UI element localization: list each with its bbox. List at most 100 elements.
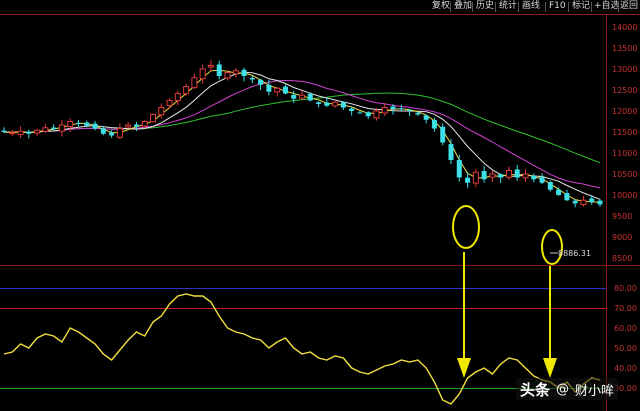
- candle-body: [258, 79, 264, 85]
- candle-body: [357, 112, 363, 114]
- candle-body: [26, 131, 32, 134]
- candle-body: [349, 108, 355, 111]
- price-tick: 10000: [612, 191, 637, 200]
- candle-body: [9, 132, 16, 135]
- candle-body: [423, 115, 429, 120]
- candle-body: [547, 182, 553, 190]
- candle-body: [465, 177, 471, 183]
- candle-body: [249, 78, 255, 80]
- candle-body: [51, 127, 57, 130]
- price-tick: 11000: [612, 149, 637, 158]
- candle-body: [597, 200, 603, 205]
- candle-body: [365, 112, 371, 117]
- indicator-line: [3, 293, 601, 405]
- candle-body: [398, 108, 404, 110]
- kline-chart[interactable]: 14000 13500 13000 12500 12000 11500 1100…: [0, 0, 640, 411]
- candle-body: [76, 122, 81, 124]
- candle-body: [489, 173, 496, 178]
- watermark-author: 财小哞: [575, 383, 615, 399]
- price-axis: 14000 13500 13000 12500 12000 11500 1100…: [612, 23, 637, 263]
- price-tick: 13000: [612, 65, 637, 74]
- watermark-at: @: [556, 381, 570, 397]
- candle-body: [241, 69, 247, 76]
- candle-body: [531, 175, 537, 180]
- candle-body: [481, 171, 487, 180]
- candle-body: [340, 102, 346, 108]
- candle-body: [166, 100, 173, 107]
- candle-body: [580, 199, 587, 206]
- candle-body: [125, 124, 132, 128]
- candle-body: [34, 129, 41, 134]
- candle-body: [514, 169, 520, 178]
- candle-body: [556, 189, 562, 195]
- price-tick: 12000: [612, 107, 637, 116]
- candle-body: [224, 72, 231, 79]
- low-price-label: 8886.31: [558, 249, 591, 258]
- candle-body: [316, 102, 322, 104]
- price-tick: 12500: [612, 86, 637, 95]
- candle-body: [456, 160, 462, 178]
- candle-body: [141, 121, 148, 127]
- price-tick: 11500: [612, 128, 637, 137]
- indicator-tick: 50.00: [614, 344, 637, 353]
- candle-body: [158, 107, 165, 116]
- indicator-tick: 60.00: [614, 324, 637, 333]
- candle-body: [431, 120, 437, 129]
- candle-body: [266, 84, 272, 92]
- candle-body: [440, 126, 446, 143]
- candle-body: [307, 93, 313, 101]
- candle-body: [174, 93, 181, 102]
- candle-body: [17, 130, 24, 135]
- candle-body: [1, 130, 7, 132]
- candle-body: [381, 107, 388, 114]
- candle-body: [324, 102, 330, 106]
- highlight-circle-2: [541, 229, 563, 265]
- candlestick-series: [1, 60, 603, 208]
- price-tick: 9000: [612, 233, 632, 242]
- candle-body: [332, 101, 339, 107]
- down-arrow-2: [543, 266, 557, 378]
- candle-body: [505, 170, 512, 178]
- candle-body: [373, 110, 380, 119]
- candle-body: [448, 144, 454, 160]
- price-tick: 14000: [612, 23, 637, 32]
- candle-body: [183, 86, 190, 95]
- indicator-tick: 70.00: [614, 304, 637, 313]
- candle-body: [67, 121, 74, 128]
- candle-body: [199, 68, 206, 80]
- candle-body: [116, 128, 123, 138]
- price-tick: 13500: [612, 44, 637, 53]
- candle-body: [522, 173, 529, 179]
- indicator-tick: 80.00: [614, 284, 637, 293]
- price-tick: 8500: [612, 254, 632, 263]
- candle-body: [133, 124, 139, 127]
- indicator-tick: 40.00: [614, 364, 637, 373]
- candle-body: [274, 87, 281, 93]
- watermark: 头条 @ 财小哞: [516, 378, 619, 400]
- candle-body: [572, 200, 578, 204]
- candle-body: [472, 171, 479, 184]
- indicator-axis: 80.00 70.00 60.00 50.00 40.00 30.00: [614, 284, 637, 393]
- candle-body: [216, 64, 222, 76]
- candle-body: [282, 86, 288, 94]
- candle-body: [539, 177, 545, 183]
- candle-body: [150, 114, 156, 123]
- watermark-brand: 头条: [520, 380, 551, 399]
- candle-body: [299, 94, 305, 99]
- candle-body: [191, 77, 198, 89]
- candle-body: [564, 193, 570, 201]
- candle-body: [100, 128, 106, 134]
- candle-body: [415, 112, 421, 115]
- candle-body: [407, 109, 413, 111]
- candle-body: [42, 127, 49, 132]
- candle-body: [589, 198, 595, 202]
- candle-body: [390, 106, 396, 110]
- candle-body: [232, 70, 239, 75]
- candle-body: [207, 65, 214, 68]
- down-arrow-1: [457, 252, 471, 378]
- candle-body: [84, 122, 90, 126]
- price-tick: 10500: [612, 170, 637, 179]
- candle-body: [109, 132, 115, 136]
- candle-body: [58, 124, 65, 132]
- candle-body: [498, 174, 504, 178]
